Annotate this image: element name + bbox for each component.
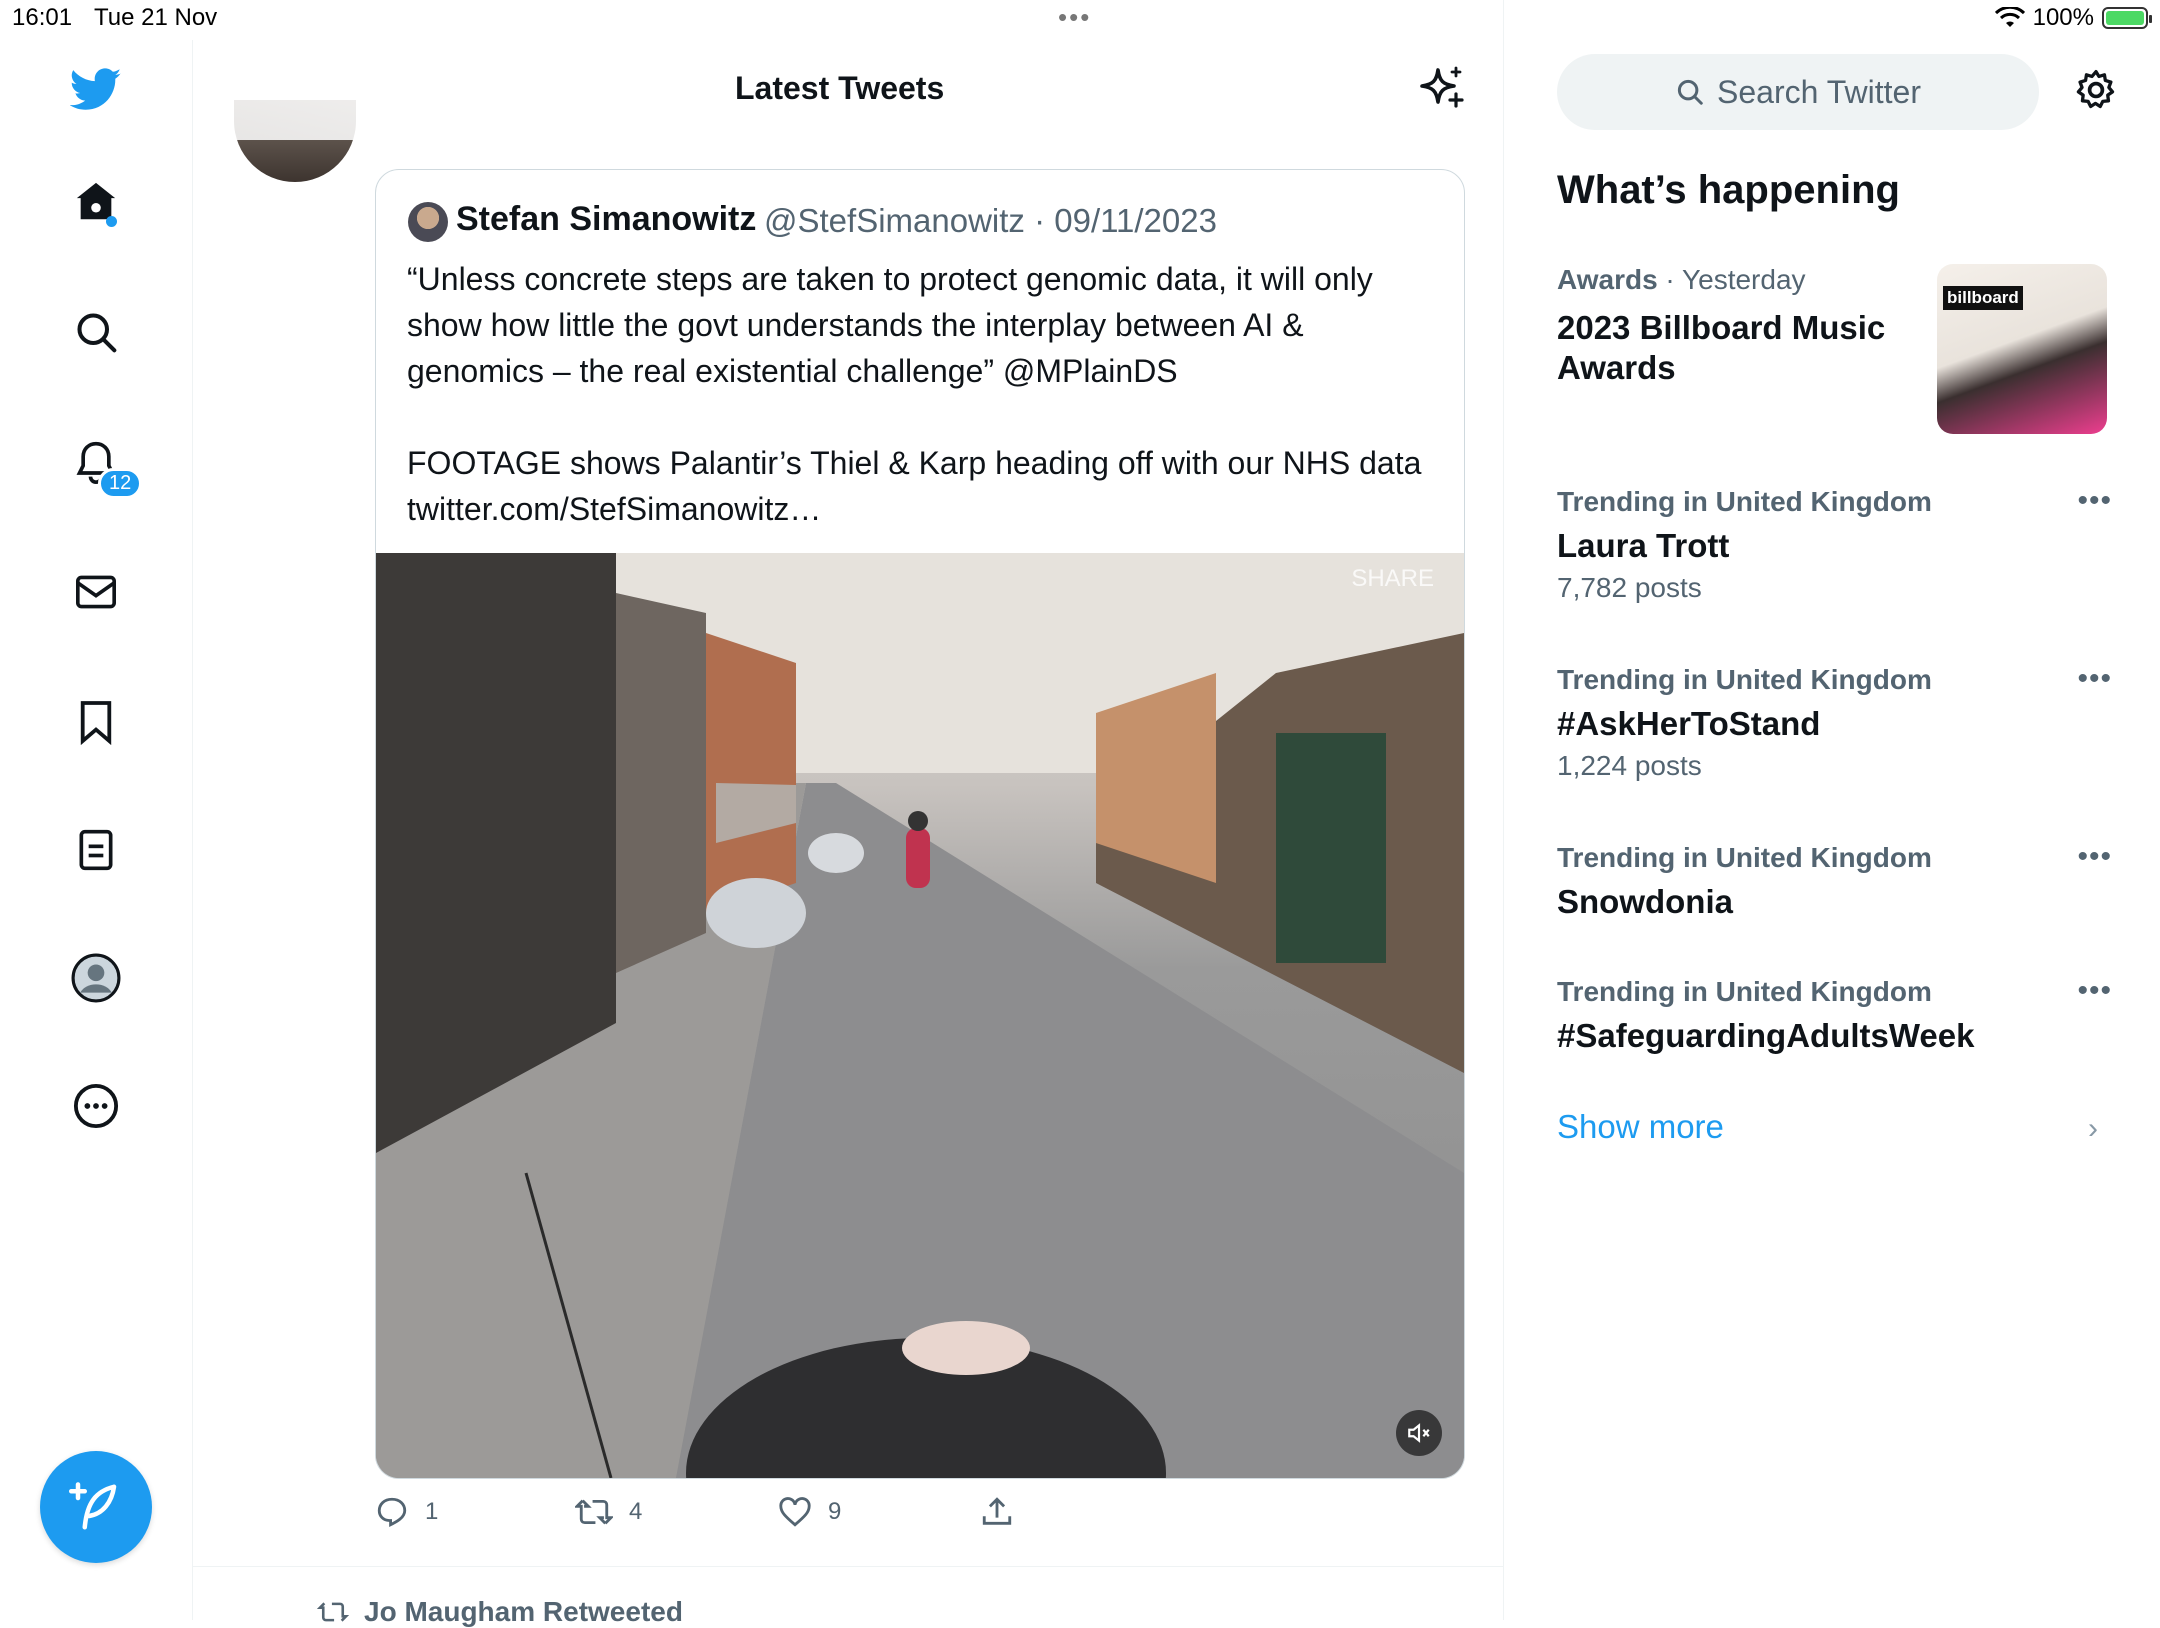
search-input[interactable]: Search Twitter bbox=[1557, 54, 2039, 130]
trend-item[interactable]: Trending in United Kingdom #Safeguarding… bbox=[1557, 976, 2107, 1056]
home-unread-dot bbox=[106, 216, 117, 227]
like-count: 9 bbox=[828, 1498, 842, 1525]
lists-icon[interactable] bbox=[70, 824, 122, 876]
tweet-divider bbox=[193, 1566, 1503, 1567]
retweeted-label: Jo Maugham Retweeted bbox=[364, 1596, 683, 1627]
status-time: 16:01 bbox=[12, 4, 73, 31]
retweeted-indicator[interactable]: Jo Maugham Retweeted bbox=[316, 1596, 683, 1628]
trend-item[interactable]: Trending in United Kingdom Laura Trott 7… bbox=[1557, 486, 2107, 604]
like-button[interactable]: 9 bbox=[778, 1495, 841, 1529]
trend-name: #AskHerToStand bbox=[1557, 705, 1821, 742]
compose-tweet-button[interactable] bbox=[40, 1451, 152, 1563]
trend-item[interactable]: Trending in United Kingdom #AskHerToStan… bbox=[1557, 664, 2107, 782]
tweet-actions-bar: 1 4 9 bbox=[375, 1495, 1075, 1543]
heart-icon bbox=[779, 1497, 811, 1527]
tweet-video-player[interactable]: SHARE bbox=[376, 553, 1464, 1478]
notifications-badge: 12 bbox=[98, 468, 143, 499]
trend-category: Trending in United Kingdom bbox=[1557, 664, 1932, 695]
settings-gear-icon[interactable] bbox=[2074, 68, 2118, 117]
featured-time: · Yesterday bbox=[1665, 264, 1806, 295]
video-frame-street bbox=[376, 553, 1464, 1478]
trend-posts: 1,224 posts bbox=[1557, 750, 1702, 781]
status-indicators: 100% bbox=[1994, 4, 2152, 32]
page-title: Latest Tweets bbox=[735, 70, 945, 106]
share-upload-icon bbox=[982, 1497, 1012, 1525]
more-options-icon[interactable] bbox=[70, 1080, 122, 1132]
search-magnifier-icon bbox=[1677, 79, 1703, 105]
quoted-author-avatar[interactable] bbox=[408, 202, 448, 242]
trend-name: #SafeguardingAdultsWeek bbox=[1557, 1017, 1975, 1054]
messages-envelope-icon[interactable] bbox=[70, 566, 122, 618]
featured-category: Awards bbox=[1557, 264, 1658, 295]
trend-category: Trending in United Kingdom bbox=[1557, 976, 1932, 1007]
twitter-logo-icon[interactable] bbox=[70, 64, 122, 116]
feather-plus-icon bbox=[69, 1482, 117, 1530]
retweet-button[interactable]: 4 bbox=[575, 1495, 642, 1529]
bookmarks-icon[interactable] bbox=[70, 696, 122, 748]
video-share-overlay[interactable]: SHARE bbox=[1351, 565, 1434, 593]
whats-happening-title: What’s happening bbox=[1557, 168, 1900, 212]
reply-count: 1 bbox=[425, 1498, 439, 1525]
featured-title: 2023 Billboard Music Awards bbox=[1557, 309, 1886, 386]
search-icon[interactable] bbox=[70, 306, 122, 358]
sparkle-icon[interactable] bbox=[1418, 64, 1466, 117]
wifi-icon bbox=[1994, 7, 2025, 27]
trend-name: Snowdonia bbox=[1557, 883, 1733, 920]
thumbnail-label: billboard bbox=[1943, 286, 2023, 310]
trend-more-icon[interactable]: ••• bbox=[2077, 662, 2112, 696]
chevron-right-icon[interactable]: › bbox=[2088, 1112, 2098, 1146]
featured-thumbnail[interactable]: billboard bbox=[1937, 264, 2107, 434]
mute-toggle-button[interactable] bbox=[1396, 1410, 1442, 1456]
quoted-tweet-text: “Unless concrete steps are taken to prot… bbox=[407, 261, 1422, 527]
search-placeholder: Search Twitter bbox=[1717, 73, 1921, 110]
featured-trend[interactable]: Awards · Yesterday 2023 Billboard Music … bbox=[1557, 264, 1917, 388]
battery-percent: 100% bbox=[2032, 4, 2094, 31]
retweet-small-icon bbox=[316, 1602, 350, 1622]
battery-icon bbox=[2102, 7, 2152, 29]
retweet-icon bbox=[575, 1499, 613, 1525]
left-nav: 12 bbox=[0, 40, 193, 1620]
retweet-count: 4 bbox=[629, 1498, 643, 1525]
share-button[interactable] bbox=[980, 1495, 1014, 1529]
reply-bubble-icon bbox=[377, 1497, 407, 1528]
trend-more-icon[interactable]: ••• bbox=[2077, 484, 2112, 518]
show-more-link[interactable]: Show more bbox=[1557, 1108, 1724, 1146]
trend-name: Laura Trott bbox=[1557, 527, 1730, 564]
trend-item[interactable]: Trending in United Kingdom Snowdonia bbox=[1557, 842, 2107, 922]
trend-category: Trending in United Kingdom bbox=[1557, 486, 1932, 517]
quoted-tweet-card[interactable]: Stefan Simanowitz @StefSimanowitz · 09/1… bbox=[375, 169, 1465, 1479]
quoted-author-name[interactable]: Stefan Simanowitz bbox=[456, 200, 756, 239]
trend-category: Trending in United Kingdom bbox=[1557, 842, 1932, 873]
reply-button[interactable]: 1 bbox=[375, 1495, 438, 1529]
quoted-author-handle-date: @StefSimanowitz · 09/11/2023 bbox=[764, 202, 1217, 239]
profile-avatar-icon[interactable] bbox=[70, 952, 122, 1004]
trend-more-icon[interactable]: ••• bbox=[2077, 840, 2112, 874]
trend-posts: 7,782 posts bbox=[1557, 572, 1702, 603]
speaker-muted-icon bbox=[1408, 1423, 1430, 1443]
trend-more-icon[interactable]: ••• bbox=[2077, 974, 2112, 1008]
